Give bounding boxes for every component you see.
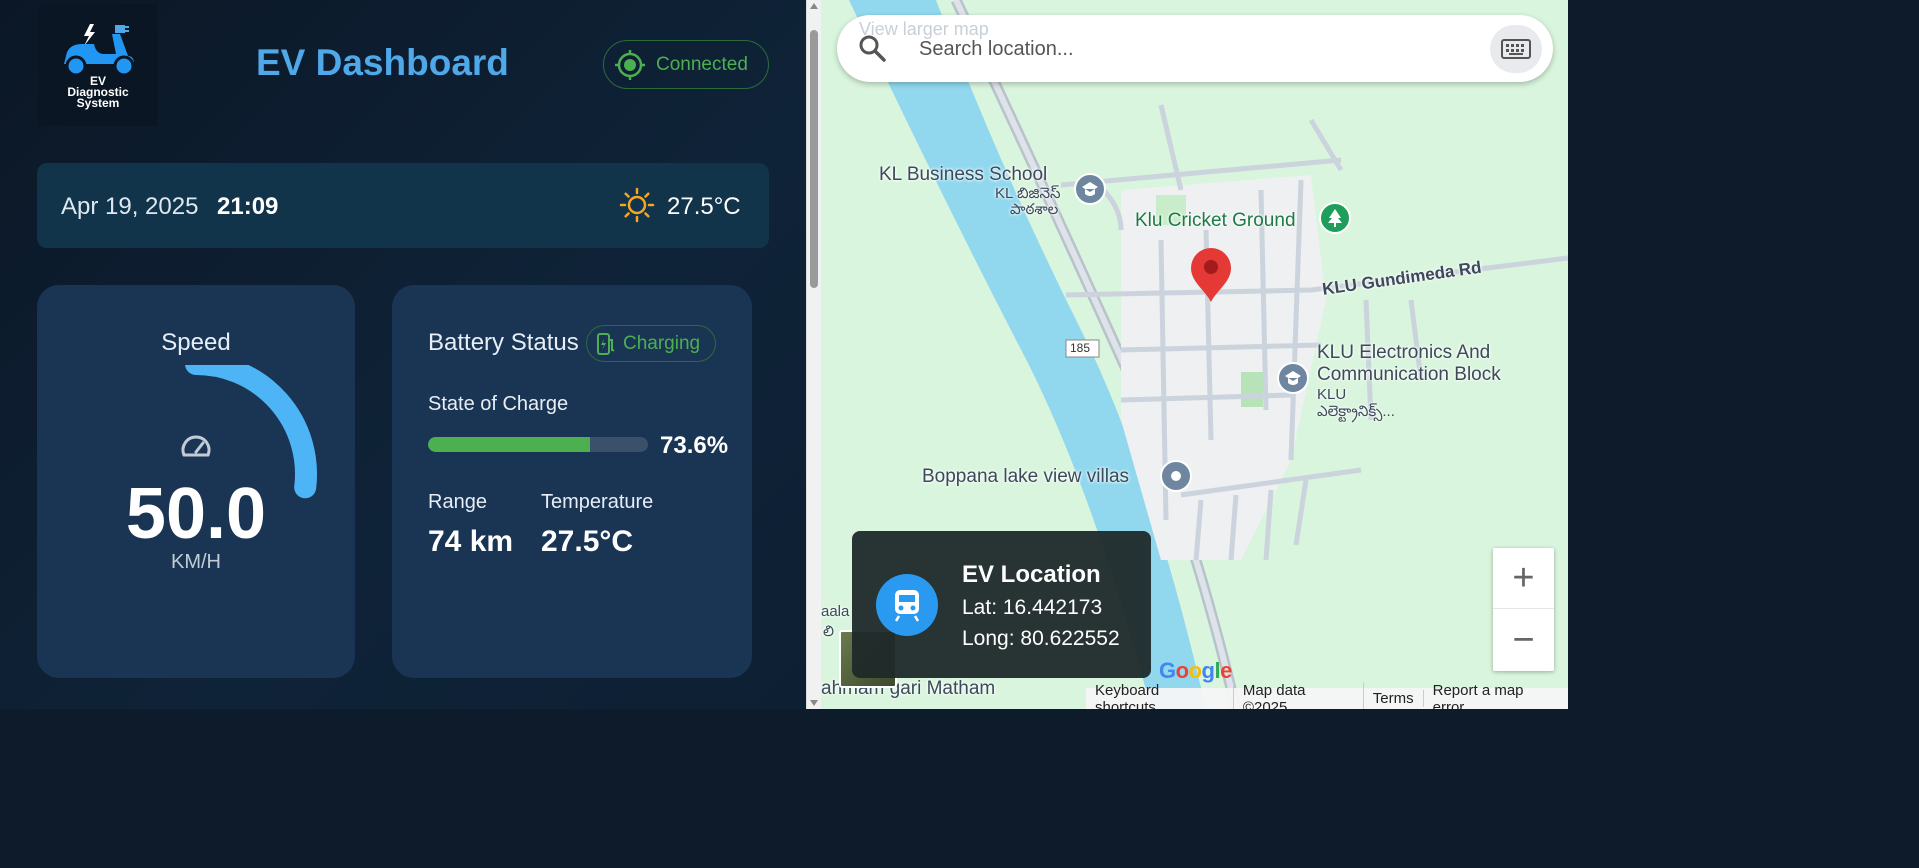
charging-station-icon [597, 332, 615, 355]
logo-text: EV Diagnostic System [38, 75, 158, 110]
school-icon [1277, 362, 1309, 394]
sun-icon [619, 187, 655, 223]
soc-progress-bar [428, 437, 648, 452]
dashboard-panel: EV Diagnostic System EV Dashboard Connec… [0, 0, 806, 709]
scrollbar-thumb[interactable] [810, 30, 818, 288]
scrollbar[interactable] [806, 0, 821, 709]
ev-longitude: Long: 80.622552 [962, 627, 1120, 650]
keyboard-button[interactable] [1490, 25, 1542, 73]
map-label-electronics-block[interactable]: KLU Electronics And [1317, 342, 1490, 364]
route-185-label: 185 [1070, 341, 1091, 355]
map-label-electronics-telugu-2: ఎలెక్ట్రానిక్స్... [1317, 403, 1395, 420]
battery-temperature-value: 27.5°C [541, 525, 634, 558]
train-icon [876, 574, 938, 636]
logo: EV Diagnostic System [38, 4, 158, 126]
map-data-text: Map data ©2025 [1234, 681, 1364, 709]
ev-latitude: Lat: 16.442173 [962, 596, 1103, 619]
school-icon [1074, 173, 1106, 205]
map-label-electronics-telugu: KLU [1317, 386, 1347, 403]
report-map-error-link[interactable]: Report a map error [1424, 682, 1568, 710]
soc-label: State of Charge [428, 393, 569, 415]
page-title: EV Dashboard [256, 42, 509, 83]
map-label-partial: aala [821, 603, 850, 620]
battery-card: Battery Status Charging State of Charge … [392, 285, 752, 678]
map-label-cricket-ground[interactable]: Klu Cricket Ground [1135, 210, 1296, 232]
ev-location-title: EV Location [962, 561, 1101, 588]
speed-card: Speed 50.0 KM/H [37, 285, 355, 678]
terms-link[interactable]: Terms [1364, 690, 1424, 707]
map-label-electronics-block-2[interactable]: Communication Block [1317, 364, 1501, 386]
charging-label: Charging [623, 332, 701, 354]
date-text: Apr 19, 2025 [61, 193, 199, 220]
map-view[interactable]: KL Business School KL బిజినెస్ పాఠశాల Kl… [821, 0, 1568, 709]
tree-icon [1319, 202, 1351, 234]
map-label-boppana[interactable]: Boppana lake view villas [922, 466, 1129, 488]
time-text: 21:09 [217, 193, 279, 220]
scooter-icon [64, 24, 135, 77]
soc-value: 73.6% [660, 432, 729, 459]
soc-progress-fill [428, 437, 590, 452]
scroll-up-arrow[interactable] [810, 3, 818, 9]
datetime-bar: Apr 19, 2025 21:09 27.5°C [37, 163, 769, 248]
speed-gauge-arc [185, 365, 317, 499]
place-icon [1160, 460, 1192, 492]
map-label-kl-business-school-telugu: KL బిజినెస్ [995, 185, 1061, 202]
scroll-down-arrow[interactable] [810, 700, 818, 706]
battery-temperature-label: Temperature [541, 491, 654, 513]
range-label: Range [428, 491, 487, 513]
speed-title: Speed [161, 329, 231, 356]
zoom-out-button[interactable]: − [1493, 610, 1554, 671]
zoom-in-button[interactable]: + [1493, 548, 1554, 609]
connection-status-badge: Connected [603, 40, 769, 89]
google-logo: Google [1159, 658, 1232, 683]
speed-unit: KM/H [171, 551, 221, 573]
search-icon[interactable] [857, 33, 887, 63]
speedometer-icon [181, 435, 211, 457]
search-input[interactable] [919, 35, 1479, 63]
keyboard-icon [1501, 39, 1531, 59]
ambient-temperature: 27.5°C [667, 193, 741, 220]
ev-location-card: EV Location Lat: 16.442173 Long: 80.6225… [852, 531, 1151, 678]
map-label-kl-business-school-telugu-2: పాఠశాల [1010, 201, 1059, 218]
charging-badge: Charging [586, 325, 716, 362]
logo-line-3: System [76, 96, 120, 110]
speed-value: 50.0 [125, 474, 267, 554]
search-bar: View larger map [837, 15, 1553, 82]
keyboard-shortcuts-link[interactable]: Keyboard shortcuts [1086, 681, 1234, 709]
map-label-partial-2: లి [823, 623, 834, 640]
connection-status-label: Connected [656, 53, 748, 75]
map-label-kl-business-school[interactable]: KL Business School [879, 164, 1047, 186]
battery-title: Battery Status [428, 329, 579, 356]
gps-icon [615, 49, 645, 80]
zoom-control: + − [1493, 548, 1554, 671]
range-value: 74 km [428, 525, 514, 558]
map-footer: Keyboard shortcuts Map data ©2025 Terms … [1086, 681, 1568, 709]
